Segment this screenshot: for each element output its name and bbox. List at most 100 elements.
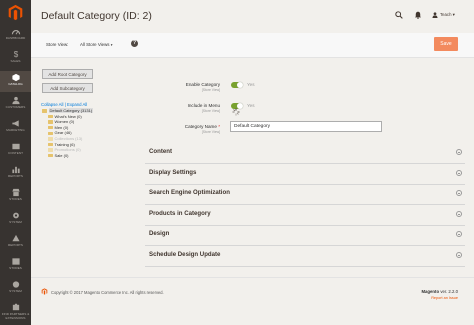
sidebar-item-dashboard[interactable]: Dashboard: [0, 25, 31, 46]
sidebar-item-label: Reports: [8, 243, 23, 247]
report-issue-link[interactable]: Report an Issue: [431, 296, 458, 300]
tree-node[interactable]: Default Category (3131): [42, 108, 94, 113]
category-name-label-text: Category Name: [184, 124, 217, 129]
version-text: ver. 2.2.0: [440, 289, 458, 294]
stores-icon: [11, 258, 20, 265]
add-subcategory-button[interactable]: Add Subcategory: [42, 83, 93, 93]
sidebar-item-customers[interactable]: Customers: [0, 94, 31, 115]
section-schedule-design-update[interactable]: Schedule Design Update: [145, 246, 465, 267]
user-name: Teach: [440, 12, 452, 17]
sidebar-item-label: Stores: [9, 266, 22, 270]
user-menu[interactable]: Teach ▾: [440, 12, 455, 18]
store-view-switcher[interactable]: All Store Views ▾: [80, 42, 113, 47]
sidebar-item-reports[interactable]: Reports: [0, 232, 31, 253]
chevron-down-icon: ▾: [452, 12, 455, 17]
tree-node[interactable]: Men (0): [48, 125, 68, 130]
save-button[interactable]: Save: [434, 37, 458, 51]
include-in-menu-value: Yes: [247, 103, 255, 108]
sidebar-item-label: Content: [8, 151, 23, 155]
footer-divider: [31, 277, 474, 278]
section-design[interactable]: Design: [145, 225, 465, 246]
content-icon: [11, 143, 20, 150]
section-title: Content: [149, 148, 173, 155]
user-icon[interactable]: [432, 12, 438, 18]
section-content[interactable]: Content: [145, 143, 465, 164]
sidebar-item-label: Reports: [8, 174, 23, 178]
tree-node-label: Promotions (0): [54, 147, 81, 153]
help-icon[interactable]: ?: [131, 40, 138, 47]
section-title: Search Engine Optimization: [149, 189, 230, 196]
bell-icon[interactable]: [414, 11, 422, 19]
section-search-engine-optimization[interactable]: Search Engine Optimization: [145, 184, 465, 205]
sidebar-item-stores[interactable]: Stores: [0, 186, 31, 207]
sidebar-item-reports[interactable]: Reports: [0, 163, 31, 184]
folder-icon: [48, 114, 53, 119]
bar-chart-icon: [11, 166, 20, 174]
section-products-in-category[interactable]: Products in Category: [145, 205, 465, 226]
megaphone-icon: [11, 120, 19, 127]
expand-icon: [456, 231, 462, 237]
page-title: Default Category (ID: 2): [41, 10, 152, 22]
dashboard-icon: [11, 30, 20, 35]
tree-node-label: Training (6): [54, 141, 75, 147]
folder-icon: [48, 142, 53, 147]
folder-icon: [48, 137, 53, 141]
section-title: Schedule Design Update: [149, 251, 221, 258]
tree-node-label: Women (0): [54, 119, 75, 125]
sidebar-item-label: System: [9, 220, 22, 224]
folder-icon: [48, 120, 53, 124]
svg-text:$: $: [13, 50, 18, 59]
sidebar-item-label: Sales: [10, 59, 21, 63]
enable-category-label: Enable Category: [185, 82, 220, 87]
puzzle-icon: [12, 303, 19, 311]
section-title: Display Settings: [149, 169, 197, 176]
sidebar-item-catalog[interactable]: Catalog: [0, 71, 31, 92]
tree-node[interactable]: Sale (0): [48, 153, 69, 158]
folder-icon: [48, 131, 53, 136]
expand-icon: [456, 211, 462, 217]
sidebar-item-stores[interactable]: Stores: [0, 255, 31, 276]
sidebar-item-marketing[interactable]: Marketing: [0, 117, 31, 138]
tree-node[interactable]: Women (0): [48, 119, 74, 124]
category-name-label: Category Name *: [160, 124, 220, 129]
expand-icon: [456, 149, 462, 155]
tree-node[interactable]: Gear (46): [48, 130, 72, 135]
system-icon: [12, 281, 19, 288]
brand-name: Magento: [421, 289, 440, 294]
tree-node[interactable]: Training (6): [48, 142, 75, 147]
add-root-category-button[interactable]: Add Root Category: [42, 69, 93, 79]
tree-node[interactable]: Collections (13): [48, 136, 82, 141]
include-in-menu-label: Include in Menu: [187, 103, 220, 108]
folder-icon: [42, 109, 47, 113]
tree-node-label: Default Category (3131): [48, 108, 94, 113]
tree-node[interactable]: What's New (0): [48, 114, 82, 119]
tree-node[interactable]: Promotions (0): [48, 147, 81, 152]
search-icon[interactable]: [395, 11, 403, 19]
section-title: Products in Category: [149, 210, 211, 217]
store-icon: [11, 188, 20, 197]
category-name-input[interactable]: Default Category: [230, 121, 382, 132]
magento-logo[interactable]: [7, 4, 24, 21]
sidebar-item-label: Catalog: [8, 82, 23, 86]
sidebar-item-label: System: [9, 289, 22, 293]
section-display-settings[interactable]: Display Settings: [145, 164, 465, 185]
customers-icon: [11, 96, 20, 105]
gear-icon: [12, 212, 19, 219]
section-title: Design: [149, 230, 170, 237]
sidebar-item-content[interactable]: Content: [0, 140, 31, 161]
sidebar-item-sales[interactable]: $ Sales: [0, 48, 31, 69]
expand-icon: [456, 190, 462, 196]
loading-spinner-icon: [232, 108, 240, 116]
folder-icon: [48, 148, 53, 152]
category-name-scope: [Store View]: [201, 130, 220, 134]
sidebar-item-find-partners-extensions[interactable]: Find Partners & Extensions: [0, 301, 31, 325]
sidebar-item-system[interactable]: System: [0, 278, 31, 299]
collapse-expand-links[interactable]: Collapse All | Expand All: [41, 102, 87, 107]
sidebar-item-label: Stores: [9, 197, 22, 201]
expand-icon: [456, 252, 462, 258]
enable-category-toggle[interactable]: [231, 82, 243, 88]
sidebar-item-label: Find Partners & Extensions: [1, 312, 30, 320]
sidebar-item-system[interactable]: System: [0, 209, 31, 230]
sidebar-item-label: Dashboard: [5, 36, 26, 40]
expand-icon: [456, 170, 462, 176]
